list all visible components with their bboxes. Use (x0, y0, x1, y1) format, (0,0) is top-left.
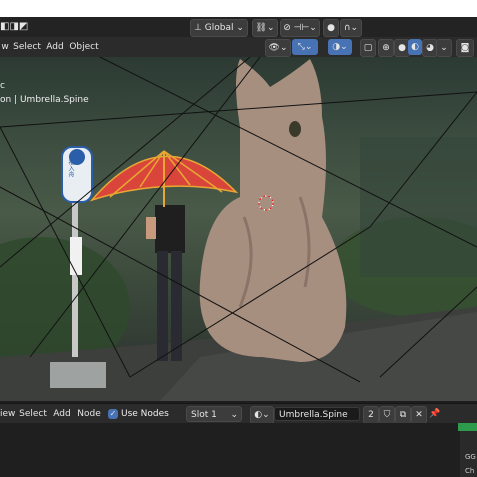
material-sphere-icon: ◐ (254, 410, 263, 420)
person-body (155, 205, 185, 253)
person-arm (146, 217, 156, 239)
cat-statue (199, 59, 347, 362)
use-nodes-checkbox[interactable]: ✓ (108, 409, 118, 419)
side-panel-item-1: GG (465, 453, 476, 461)
slot-dropdown[interactable]: Slot 1 ⌄ (186, 406, 242, 422)
back-wall (360, 137, 477, 277)
menu-object[interactable]: Object (68, 39, 100, 55)
gizmo-icon: ⤡ (297, 42, 305, 52)
viewport-info-line1: c (0, 81, 5, 91)
slot-label: Slot 1 (191, 410, 217, 420)
visibility-dropdown[interactable]: 👁⌄ (265, 39, 291, 57)
material-name-field[interactable]: Umbrella.Spine (274, 407, 360, 421)
sign-timetable (70, 237, 82, 275)
camera-icon[interactable]: ◙ (456, 39, 474, 57)
unlink-material-icon[interactable]: ✕ (411, 406, 427, 424)
snap-dropdown[interactable]: ⊘ ⊣⊢⌄ (280, 19, 320, 37)
select-mode-icons[interactable]: ◧◨◩ (0, 19, 28, 35)
chevron-down-icon: ⌄ (230, 410, 238, 420)
viewport-tool-header: ◧◨◩ ⊥ Global ⌄ ⛓⌄ ⊘ ⊣⊢⌄ ● ∩⌄ (0, 17, 477, 37)
bus-stop-sign-text: 七福入舟 (67, 153, 74, 177)
pivot-point-dropdown[interactable]: ⛓⌄ (252, 19, 278, 37)
viewport-header: w Select Add Object 👁⌄ ⤡⌄ ◑⌄ ▢ ⊕ ● ◐ ◕ ⌄… (0, 37, 477, 57)
sign-base (50, 362, 106, 388)
cat-eye (289, 121, 301, 137)
overlays-icon: ◑ (332, 42, 341, 52)
node-menu-node[interactable]: Node (76, 406, 102, 422)
use-nodes-label: Use Nodes (121, 409, 169, 419)
node-menu-add[interactable]: Add (51, 406, 73, 422)
person-leg-right (171, 251, 182, 361)
menu-select[interactable]: Select (12, 39, 42, 55)
person-leg-left (157, 251, 168, 361)
orientation-axes-icon: ⊥ (194, 23, 205, 33)
viewport-info-line2: on | Umbrella.Spine (0, 95, 89, 105)
shading-options-dropdown[interactable]: ⌄ (436, 39, 452, 57)
eye-icon: 👁 (268, 43, 280, 53)
fake-user-icon[interactable]: ⛉ (379, 406, 395, 424)
side-panel-item-2: Ch (465, 467, 475, 475)
viewport-scene (0, 57, 477, 401)
duplicate-material-icon[interactable]: ⧉ (395, 406, 411, 424)
window-top-margin (0, 0, 477, 17)
pin-icon[interactable]: 📌 (428, 406, 442, 422)
shading-wireframe-button[interactable]: ⊕ (378, 39, 394, 57)
proportional-editing-toggle[interactable]: ● (323, 19, 339, 37)
node-menu-select[interactable]: Select (18, 406, 48, 422)
shading-material-button[interactable]: ◐ (408, 39, 422, 55)
material-browse-dropdown[interactable]: ◐⌄ (250, 406, 274, 424)
menu-view[interactable]: w (0, 39, 10, 55)
node-editor-header: iew Select Add Node ✓ Use Nodes Slot 1 ⌄ … (0, 403, 477, 424)
orientation-label: Global (204, 23, 234, 33)
xray-toggle[interactable]: ▢ (360, 39, 376, 57)
node-side-panel: GG Ch (460, 431, 477, 477)
node-editor-canvas[interactable]: GG Ch (0, 423, 477, 477)
chevron-down-icon: ⌄ (233, 23, 244, 33)
node-menu-view[interactable]: iew (0, 406, 15, 422)
transform-orientation-dropdown[interactable]: ⊥ Global ⌄ (190, 19, 248, 37)
menu-add[interactable]: Add (44, 39, 66, 55)
overlays-toggle[interactable]: ◑⌄ (328, 39, 352, 55)
3d-viewport[interactable]: c on | Umbrella.Spine 七福入舟 (0, 57, 477, 401)
user-count-badge[interactable]: 2 (363, 406, 379, 424)
falloff-dropdown[interactable]: ∩⌄ (340, 19, 362, 37)
node-panel-tab[interactable] (458, 423, 477, 431)
gizmo-toggle[interactable]: ⤡⌄ (292, 39, 318, 55)
